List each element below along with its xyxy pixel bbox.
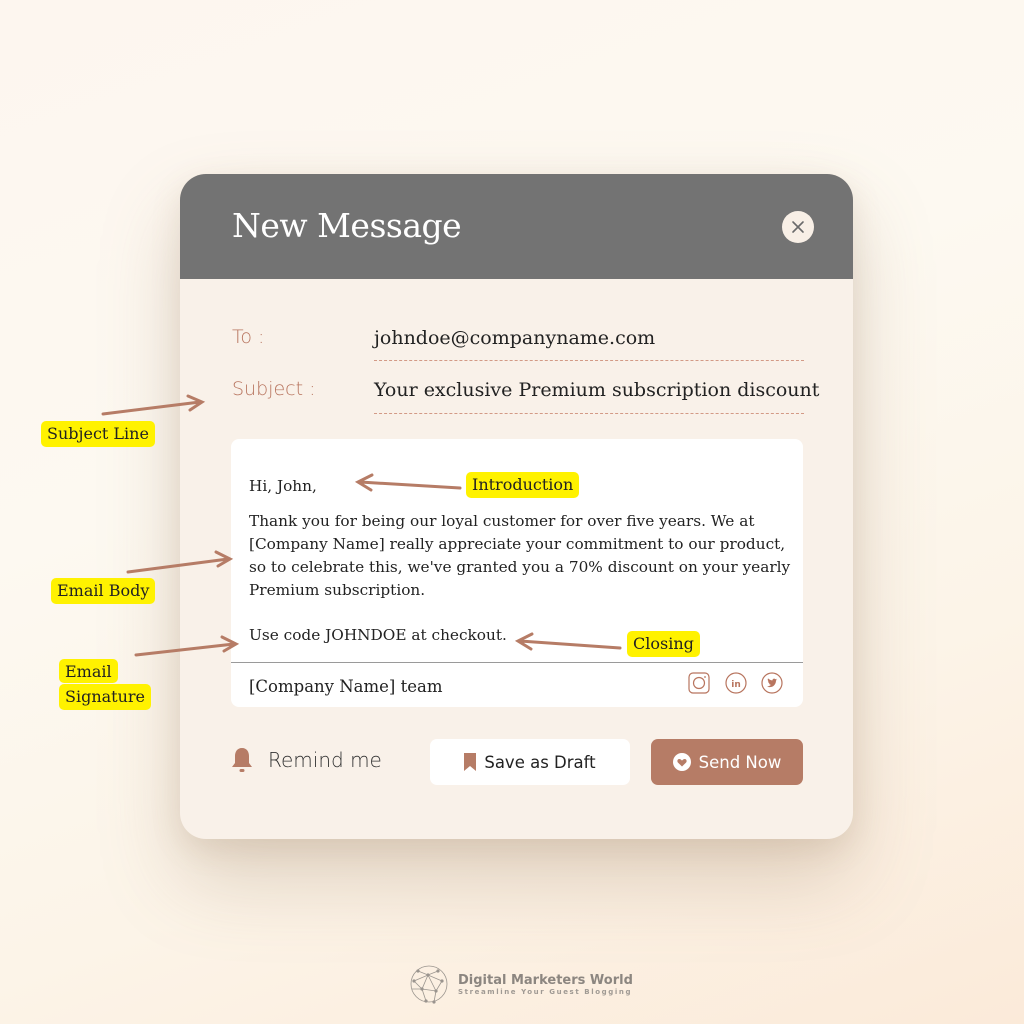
signature-divider: [231, 662, 803, 663]
email-body-line: [Company Name] really appreciate your co…: [249, 535, 786, 553]
send-now-button[interactable]: Send Now: [651, 739, 803, 785]
brand-tagline: Streamline Your Guest Blogging: [458, 987, 633, 996]
subject-underline: [374, 413, 804, 414]
send-now-label: Send Now: [698, 752, 782, 772]
window-header: New Message: [180, 174, 853, 279]
to-label: To :: [232, 326, 265, 348]
save-as-draft-label: Save as Draft: [484, 752, 596, 772]
annotation-email-body: Email Body: [51, 578, 156, 604]
bell-icon: [232, 748, 252, 772]
email-greeting: Hi, John,: [249, 477, 317, 495]
network-globe-icon: [410, 965, 448, 1004]
annotation-closing: Closing: [627, 631, 700, 657]
twitter-button[interactable]: [761, 672, 783, 694]
annotation-introduction: Introduction: [466, 472, 580, 498]
brand-name: Digital Marketers World: [458, 972, 633, 988]
to-field[interactable]: johndoe@companyname.com: [374, 327, 655, 349]
subject-field[interactable]: Your exclusive Premium subscription disc…: [374, 379, 819, 401]
svg-text:in: in: [731, 680, 741, 690]
subject-label: Subject :: [232, 378, 316, 400]
instagram-icon: [688, 672, 710, 694]
email-body-line: so to celebrate this, we've granted you …: [249, 558, 791, 576]
email-body-line: Thank you for being our loyal customer f…: [249, 512, 755, 530]
close-icon: [792, 221, 804, 233]
linkedin-icon: in: [725, 672, 747, 694]
instagram-button[interactable]: [688, 672, 710, 694]
bookmark-icon: [464, 753, 477, 771]
heart-icon: [672, 753, 691, 771]
remind-me-toggle[interactable]: Remind me: [230, 746, 382, 774]
annotation-subject-line: Subject Line: [41, 421, 155, 447]
twitter-icon: [761, 672, 783, 694]
annotation-email-signature-line2: Signature: [59, 684, 152, 710]
new-message-window: New Message To : johndoe@companyname.com…: [180, 174, 853, 839]
annotation-email-signature-line1: Email: [59, 659, 118, 683]
email-closing: Use code JOHNDOE at checkout.: [249, 626, 507, 644]
save-as-draft-button[interactable]: Save as Draft: [430, 739, 630, 785]
email-signature: [Company Name] team: [249, 677, 443, 696]
brand-logo: Digital Marketers World Streamline Your …: [408, 963, 633, 1005]
close-button[interactable]: [782, 211, 814, 243]
window-title: New Message: [232, 206, 462, 245]
email-body-line: Premium subscription.: [249, 581, 426, 599]
linkedin-button[interactable]: in: [725, 672, 747, 694]
remind-me-label: Remind me: [268, 748, 382, 772]
to-underline: [374, 360, 804, 361]
